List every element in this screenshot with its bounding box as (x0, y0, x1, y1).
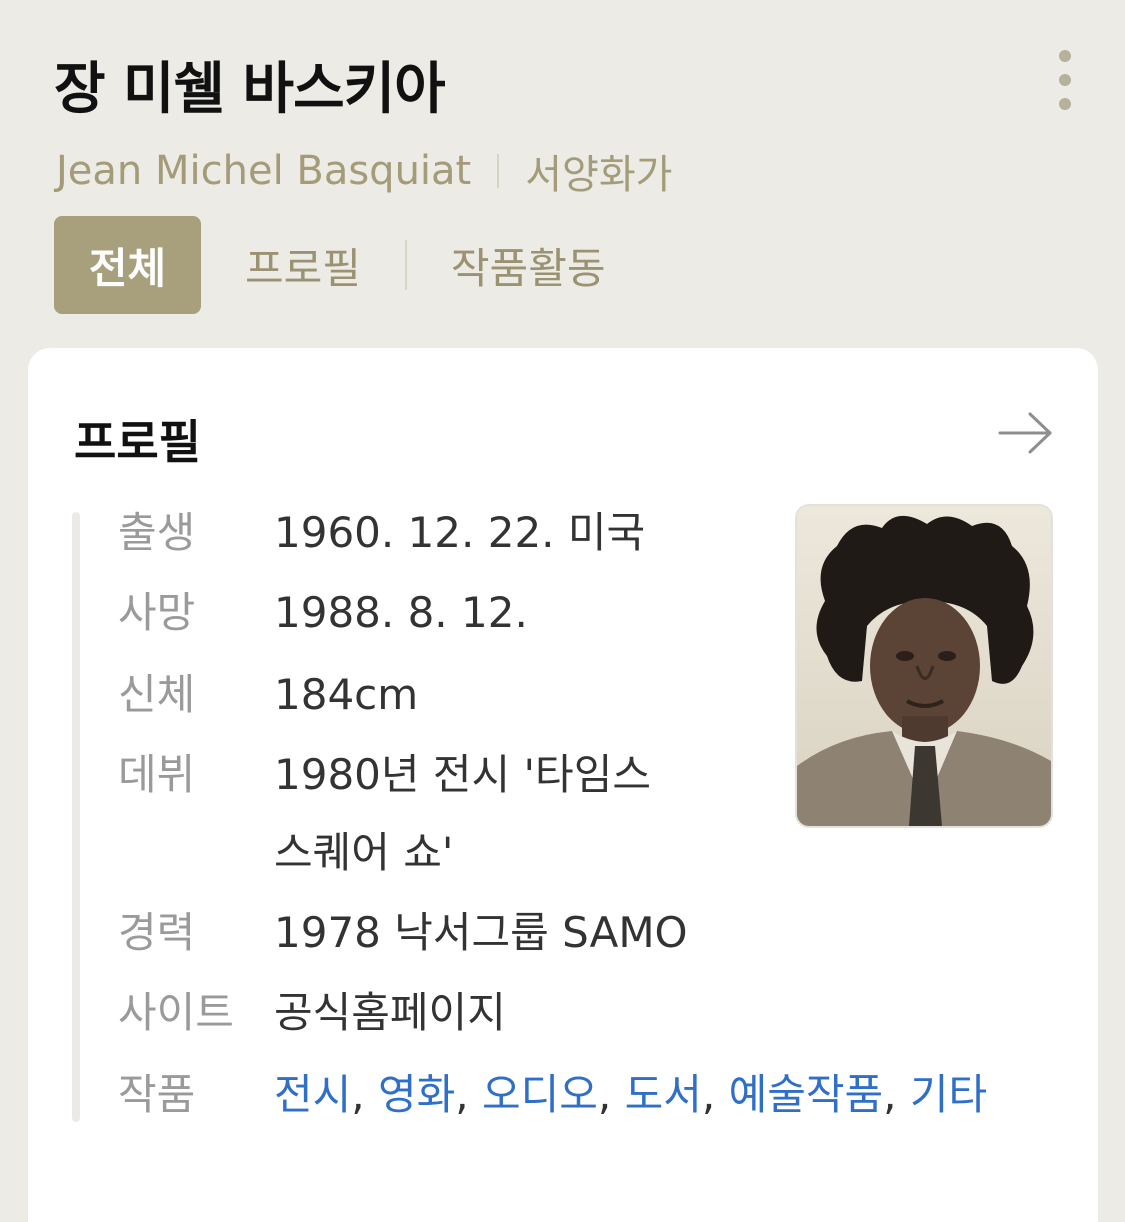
row-label: 데뷔 (118, 750, 196, 799)
row-value-line: 1980년 전시 '타임스 (274, 750, 651, 799)
separator: , (701, 1070, 729, 1119)
official-homepage-link[interactable]: 공식홈페이지 (274, 974, 506, 1052)
works-link-artworks[interactable]: 예술작품 (729, 1070, 884, 1119)
subtitle: Jean Michel Basquiat 서양화가 (56, 142, 672, 200)
row-death: 사망 1988. 8. 12. (118, 574, 528, 652)
separator: , (883, 1070, 910, 1119)
row-label: 사이트 (118, 988, 234, 1037)
row-label: 출생 (118, 508, 196, 557)
separator: , (597, 1070, 625, 1119)
tab-all[interactable]: 전체 (54, 216, 201, 314)
tab-works[interactable]: 작품활동 (451, 216, 606, 314)
row-label: 신체 (118, 670, 196, 719)
row-career: 경력 1978 낙서그룹 SAMO (118, 894, 688, 972)
works-link-other[interactable]: 기타 (910, 1070, 987, 1119)
dot (1059, 74, 1071, 86)
row-birth: 출생 1960. 12. 22. 미국 (118, 494, 645, 572)
profile-card: 프로필 출생 1960. 12. 22. 미국 사망 1988. 8. 12. … (28, 348, 1098, 1222)
works-link-audio[interactable]: 오디오 (482, 1070, 598, 1119)
portrait-image (797, 506, 1051, 826)
row-label: 사망 (118, 588, 196, 637)
page-title: 장 미쉘 바스키아 (54, 57, 446, 122)
dot (1059, 98, 1071, 110)
row-works: 작품 전시, 영화, 오디오, 도서, 예술작품, 기타 (118, 1056, 1014, 1134)
row-value: 전시, 영화, 오디오, 도서, 예술작품, 기타 (274, 1056, 1014, 1134)
row-label: 작품 (118, 1070, 196, 1119)
header: 장 미쉘 바스키아 Jean Michel Basquiat 서양화가 전체 프… (0, 0, 1125, 340)
works-link-books[interactable]: 도서 (625, 1070, 702, 1119)
row-value: 1988. 8. 12. (274, 588, 528, 637)
arrow-right-icon[interactable] (996, 408, 1056, 458)
tab-divider (404, 240, 407, 290)
dot (1059, 50, 1071, 62)
works-link-film[interactable]: 영화 (378, 1070, 455, 1119)
row-debut: 데뷔 1980년 전시 '타임스 스퀘어 쇼' (118, 736, 651, 892)
category: 서양화가 (525, 152, 673, 198)
row-body: 신체 184cm (118, 656, 418, 734)
tab-profile[interactable]: 프로필 (245, 216, 361, 314)
more-options-icon[interactable] (1050, 50, 1080, 110)
portrait-photo[interactable] (795, 504, 1053, 828)
profile-title[interactable]: 프로필 (74, 406, 201, 472)
row-label: 경력 (118, 908, 196, 957)
works-link-exhibition[interactable]: 전시 (274, 1070, 351, 1119)
row-value: 1978 낙서그룹 SAMO (274, 908, 688, 957)
row-value-line: 스퀘어 쇼' (274, 828, 454, 877)
row-site: 사이트 공식홈페이지 (118, 974, 506, 1052)
info-side-bar (72, 512, 80, 1122)
separator: , (455, 1070, 482, 1119)
tab-bar: 전체 프로필 작품활동 (54, 216, 605, 314)
row-value: 1980년 전시 '타임스 스퀘어 쇼' (274, 736, 651, 892)
english-name: Jean Michel Basquiat (56, 148, 472, 194)
separator: , (351, 1070, 378, 1119)
divider (497, 154, 500, 188)
row-value: 1960. 12. 22. 미국 (274, 508, 646, 557)
row-value: 184cm (274, 670, 419, 719)
